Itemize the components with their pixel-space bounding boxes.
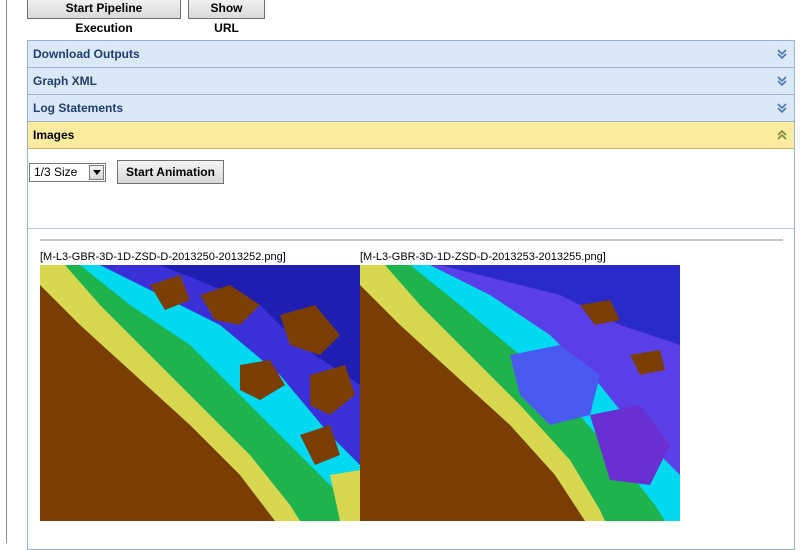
dropdown-arrow-icon[interactable] [89, 165, 104, 180]
image-size-select-value: 1/3 Size [34, 165, 78, 179]
accordion-header-graph-xml[interactable]: Graph XML [28, 68, 794, 95]
double-chevron-down-icon [777, 49, 787, 60]
panel-divider [28, 228, 794, 229]
images-divider [40, 239, 783, 241]
image-caption: [M-L3-GBR-3D-1D-ZSD-D-2013253-2013255.pn… [360, 251, 606, 263]
start-animation-button[interactable]: Start Animation [117, 160, 224, 184]
accordion-panel: Download Outputs Graph XML Log Statement… [27, 40, 795, 550]
page-left-border [6, 0, 7, 543]
image-caption: [M-L3-GBR-3D-1D-ZSD-D-2013250-2013252.pn… [40, 251, 286, 263]
accordion-header-label: Images [33, 128, 75, 142]
double-chevron-down-icon [777, 76, 787, 87]
show-url-button[interactable]: Show URL [188, 0, 265, 35]
satellite-image [40, 265, 360, 521]
image-size-select[interactable]: 1/3 Size [29, 163, 106, 182]
accordion-header-download-outputs[interactable]: Download Outputs [28, 41, 794, 68]
accordion-header-label: Graph XML [33, 74, 98, 88]
double-chevron-down-icon [777, 103, 787, 114]
satellite-image [360, 265, 680, 521]
double-chevron-up-icon [777, 129, 787, 140]
accordion-header-log-statements[interactable]: Log Statements [28, 95, 794, 122]
start-pipeline-button[interactable]: Start Pipeline Execution [27, 0, 181, 35]
accordion-header-images[interactable]: Images [28, 122, 794, 149]
accordion-header-label: Log Statements [33, 101, 124, 115]
accordion-header-label: Download Outputs [33, 47, 140, 61]
